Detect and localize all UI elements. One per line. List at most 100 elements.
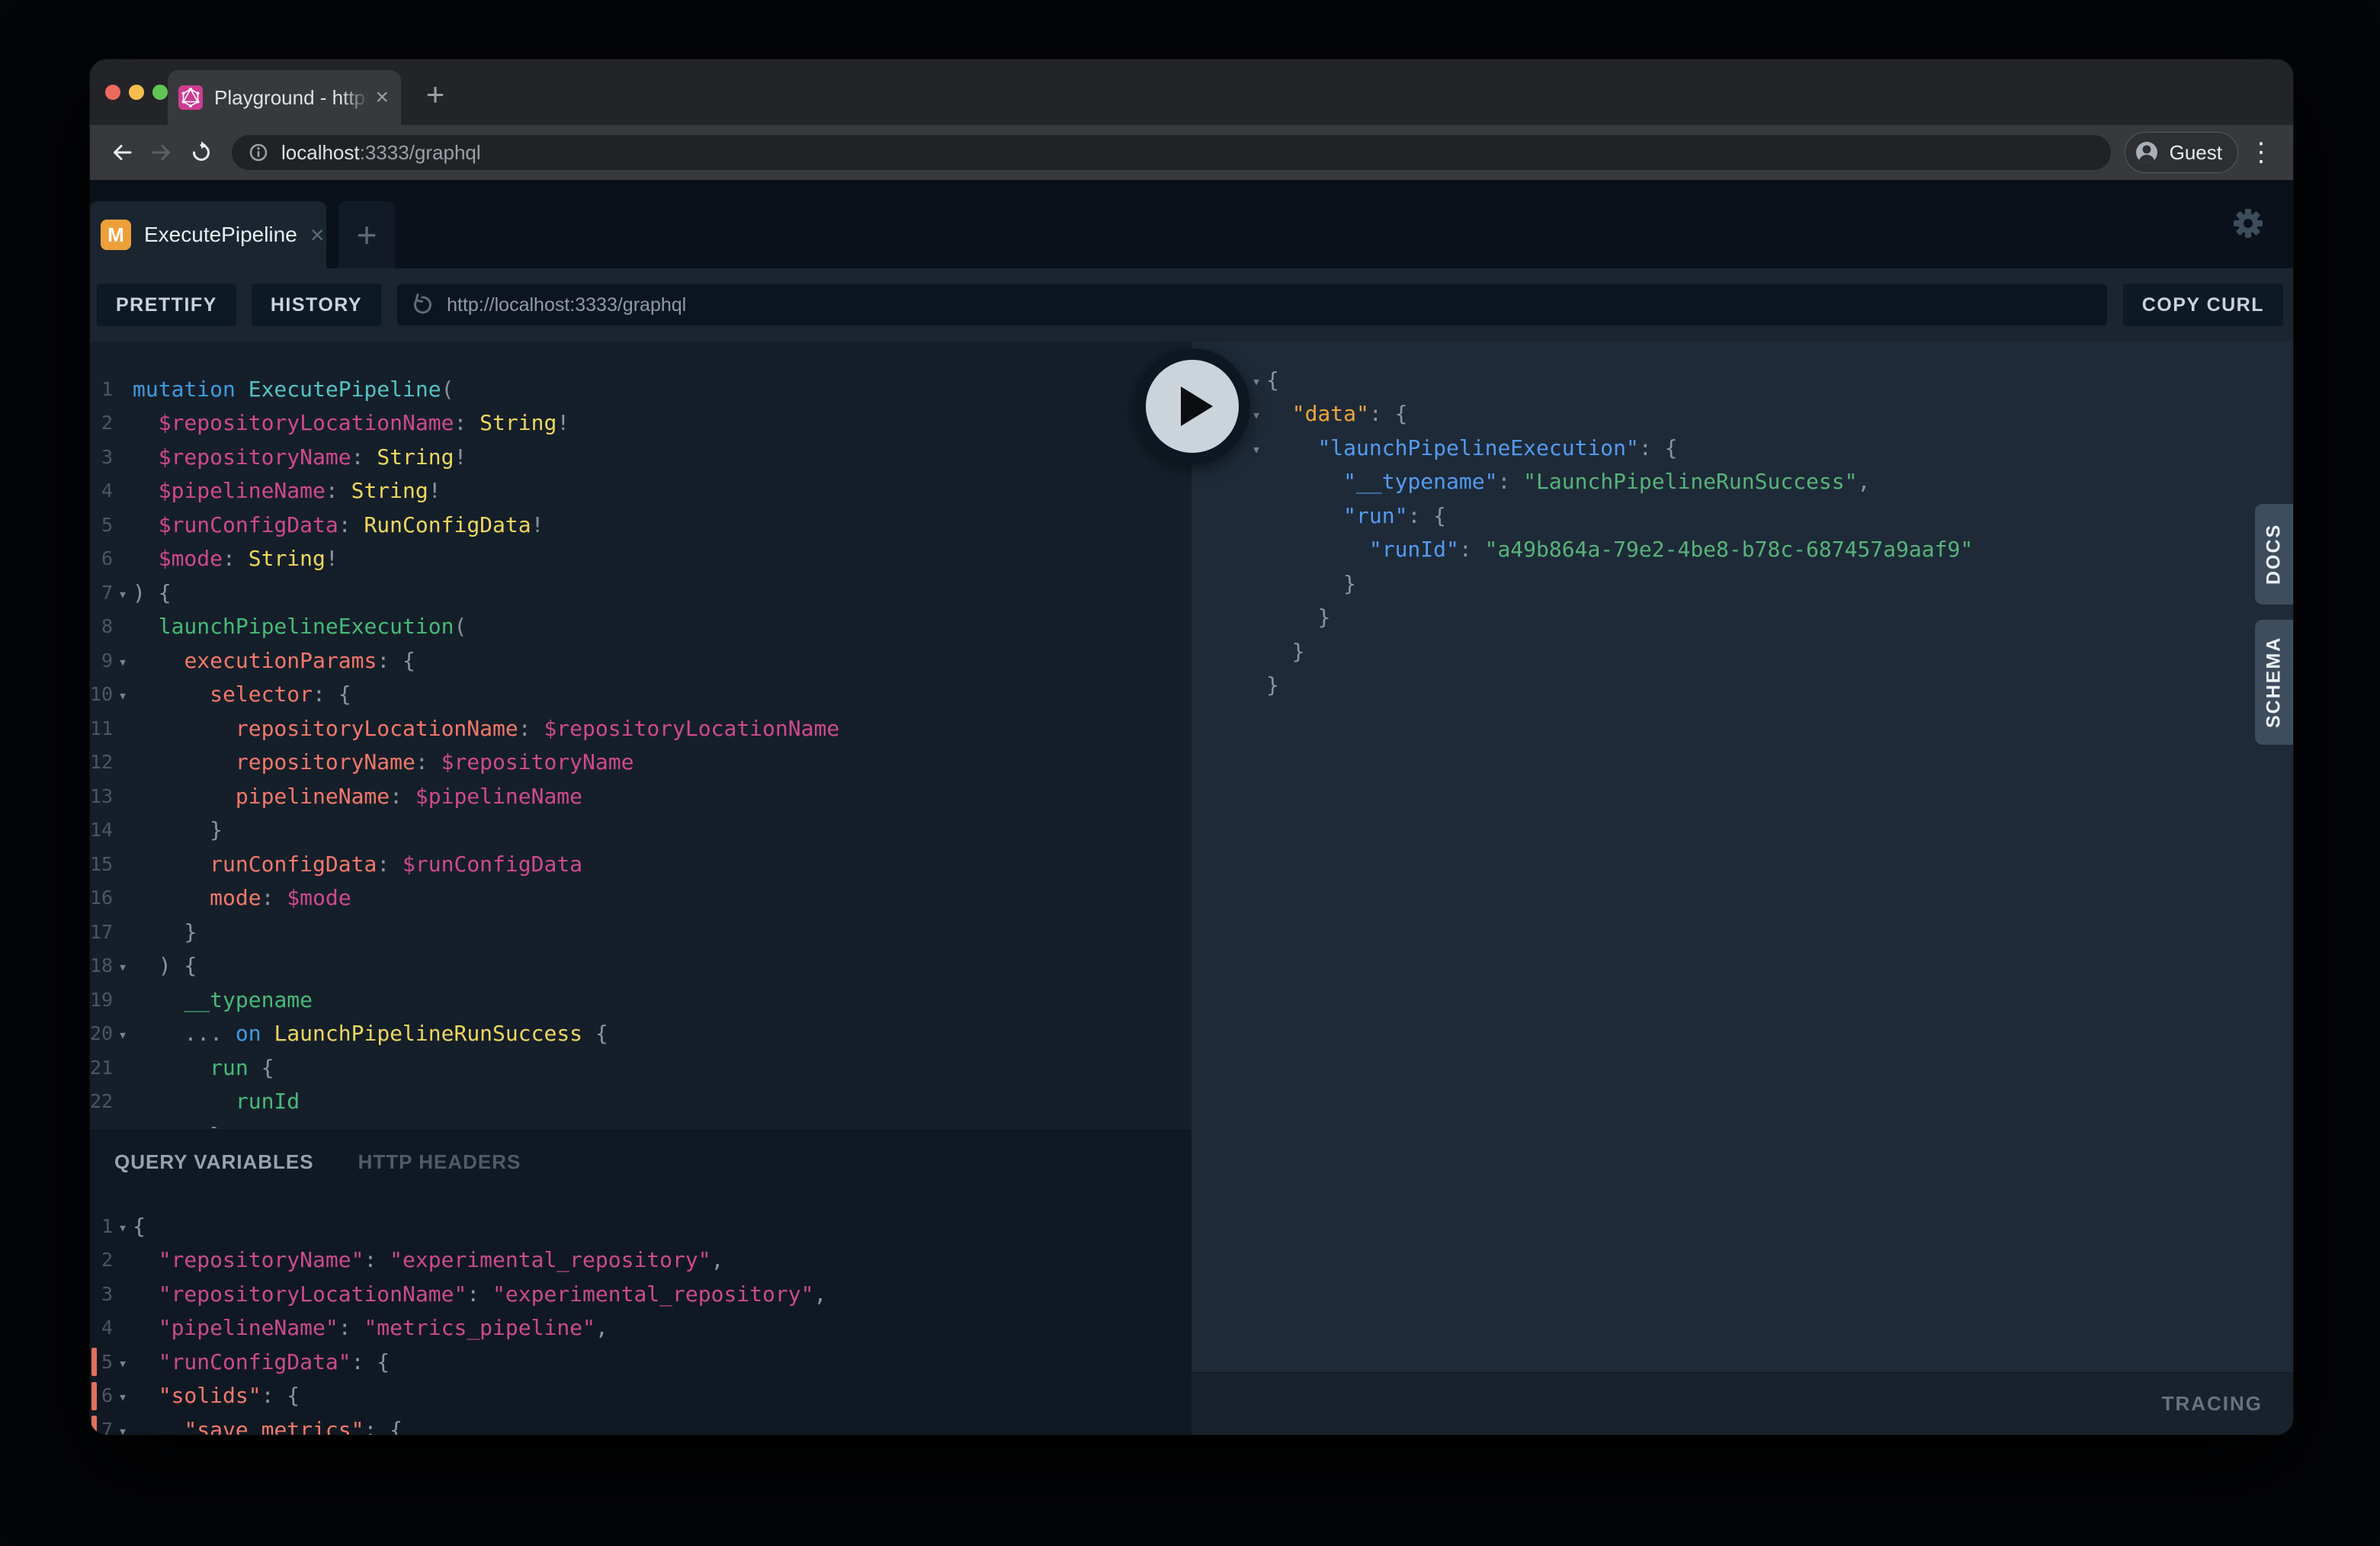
browser-menu-icon[interactable]: ⋮ [2244, 136, 2278, 169]
code-line: 3 $repositoryName: String! [90, 440, 1192, 474]
tracing-bar[interactable]: TRACING [1192, 1372, 2293, 1435]
browser-tabstrip: Playground - http://localhost:33 × + [90, 59, 2293, 125]
fold-arrow-icon[interactable]: ▾ [113, 1023, 133, 1044]
tab-query-variables[interactable]: QUERY VARIABLES [114, 1150, 314, 1174]
workspace: 1mutation ExecutePipeline(2 $repositoryL… [90, 342, 2293, 1435]
code-line: 9▾ executionParams: { [90, 643, 1192, 678]
code-line: } [1246, 634, 2293, 669]
code-line: ▾{ [1246, 363, 2293, 397]
response-viewer: ▾{▾ "data": {▾ "launchPipelineExecution"… [1192, 342, 2293, 702]
code-line: 2 "repositoryName": "experimental_reposi… [90, 1243, 1192, 1278]
fold-arrow-icon[interactable]: ▾ [113, 1419, 133, 1435]
forward-icon[interactable] [145, 136, 178, 169]
fold-arrow-icon[interactable]: ▾ [113, 955, 133, 976]
new-tab-button[interactable]: + [416, 76, 454, 114]
fold-arrow-icon[interactable]: ▾ [113, 1216, 133, 1236]
new-session-button[interactable]: + [338, 201, 395, 268]
code-line: 7▾ "save_metrics": { [90, 1413, 1192, 1435]
code-line: 6 $mode: String! [90, 542, 1192, 576]
code-line: 16 mode: $mode [90, 881, 1192, 916]
code-line: 3 "repositoryLocationName": "experimenta… [90, 1277, 1192, 1311]
close-tab-icon[interactable]: × [370, 86, 389, 109]
reload-icon[interactable] [184, 136, 218, 169]
fold-arrow-icon[interactable]: ▾ [113, 1352, 133, 1372]
fold-arrow-icon[interactable]: ▾ [113, 1385, 133, 1406]
fold-arrow-icon[interactable]: ▾ [113, 684, 133, 704]
settings-gear-icon[interactable] [2229, 204, 2267, 242]
code-line: 6▾ "solids": { [90, 1379, 1192, 1413]
close-window-button[interactable] [105, 85, 120, 100]
session-tab-executepipeline[interactable]: M ExecutePipeline × [90, 201, 326, 268]
code-line: 17 } [90, 915, 1192, 949]
tracing-label: TRACING [2162, 1392, 2263, 1416]
response-pane: ▾{▾ "data": {▾ "launchPipelineExecution"… [1192, 342, 2293, 1435]
fold-arrow-icon[interactable]: ▾ [113, 650, 133, 671]
fold-arrow-icon[interactable]: ▾ [113, 582, 133, 603]
code-line: 11 repositoryLocationName: $repositoryLo… [90, 711, 1192, 746]
code-line: 5 $runConfigData: RunConfigData! [90, 508, 1192, 542]
playground-toolbar: PRETTIFY HISTORY http://localhost:3333/g… [90, 268, 2293, 342]
graphql-playground: M ExecutePipeline × + [90, 180, 2293, 1435]
window-controls [105, 59, 168, 125]
execute-button[interactable] [1134, 348, 1250, 464]
code-line: 23 } [90, 1118, 1192, 1128]
query-variables-editor[interactable]: 1▾{2 "repositoryName": "experimental_rep… [90, 1195, 1192, 1435]
browser-tab-title: Playground - http://localhost:33 [214, 86, 370, 110]
code-line: 10▾ selector: { [90, 678, 1192, 712]
minimize-window-button[interactable] [129, 85, 144, 100]
browser-window: Playground - http://localhost:33 × + loc… [90, 59, 2293, 1435]
fold-arrow-icon[interactable]: ▾ [1246, 370, 1266, 390]
code-line: "runId": "a49b864a-79e2-4be8-b78c-687457… [1246, 533, 2293, 567]
code-line: "run": { [1246, 499, 2293, 533]
fullscreen-window-button[interactable] [152, 85, 168, 100]
code-line: 8 launchPipelineExecution( [90, 610, 1192, 644]
endpoint-input[interactable]: http://localhost:3333/graphql [396, 284, 2108, 326]
address-bar[interactable]: localhost:3333/graphql [232, 135, 2111, 170]
left-pane: 1mutation ExecutePipeline(2 $repositoryL… [90, 342, 1192, 1435]
avatar-icon [2131, 137, 2162, 168]
query-editor[interactable]: 1mutation ExecutePipeline(2 $repositoryL… [90, 342, 1192, 1128]
code-line: "__typename": "LaunchPipelineRunSuccess"… [1246, 465, 2293, 499]
code-line: 4 "pipelineName": "metrics_pipeline", [90, 1311, 1192, 1346]
profile-label: Guest [2170, 141, 2222, 165]
code-line: } [1246, 566, 2293, 601]
fold-arrow-icon[interactable]: ▾ [1246, 438, 1266, 458]
code-line: 1mutation ExecutePipeline( [90, 372, 1192, 406]
play-icon [1146, 360, 1239, 453]
mutation-badge: M [101, 220, 131, 250]
replay-history-icon[interactable] [409, 292, 435, 318]
code-line: } [1246, 669, 2293, 703]
code-line: } [1246, 601, 2293, 635]
copy-curl-button[interactable]: COPY CURL [2123, 284, 2283, 326]
code-line: 14 } [90, 813, 1192, 848]
code-line: 22 runId [90, 1085, 1192, 1119]
close-session-icon[interactable]: × [310, 223, 325, 247]
code-line: 20▾ ... on LaunchPipelineRunSuccess { [90, 1017, 1192, 1051]
code-line: 7▾) { [90, 576, 1192, 610]
endpoint-url: http://localhost:3333/graphql [447, 294, 686, 316]
site-info-icon[interactable] [245, 140, 271, 165]
code-line: ▾ "launchPipelineExecution": { [1246, 431, 2293, 465]
code-line: ▾ "data": { [1246, 397, 2293, 431]
tab-http-headers[interactable]: HTTP HEADERS [358, 1150, 521, 1174]
back-icon[interactable] [105, 136, 139, 169]
browser-toolbar: localhost:3333/graphql Guest ⋮ [90, 125, 2293, 180]
variables-header: QUERY VARIABLES HTTP HEADERS [90, 1128, 1192, 1195]
history-button[interactable]: HISTORY [252, 284, 381, 326]
code-line: 12 repositoryName: $repositoryName [90, 746, 1192, 780]
graphql-favicon-icon [178, 85, 203, 110]
code-line: 18▾ ) { [90, 949, 1192, 983]
screen: { "icons": { "close": "×", "add_tab": "+… [0, 0, 2380, 1546]
code-line: 2 $repositoryLocationName: String! [90, 406, 1192, 441]
docs-tab[interactable]: DOCS [2255, 504, 2293, 605]
prettify-button[interactable]: PRETTIFY [97, 284, 236, 326]
error-marker [91, 1416, 97, 1435]
schema-tab[interactable]: SCHEMA [2255, 620, 2293, 745]
error-marker [91, 1348, 97, 1376]
session-tab-title: ExecutePipeline [144, 223, 297, 247]
code-line: 1▾{ [90, 1209, 1192, 1243]
profile-button[interactable]: Guest [2125, 132, 2238, 173]
code-line: 15 runConfigData: $runConfigData [90, 847, 1192, 881]
browser-tab[interactable]: Playground - http://localhost:33 × [168, 70, 401, 125]
code-line: 4 $pipelineName: String! [90, 474, 1192, 508]
